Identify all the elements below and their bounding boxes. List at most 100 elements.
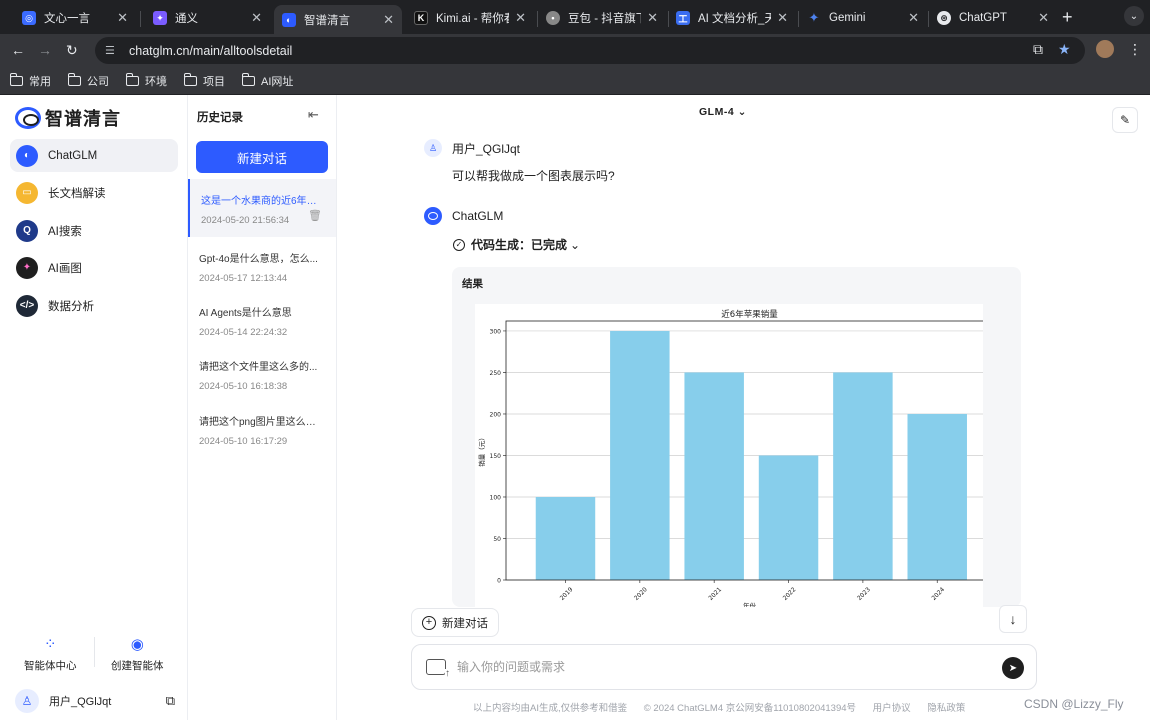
- send-button[interactable]: ➤: [1002, 657, 1024, 679]
- profile-avatar[interactable]: [1096, 40, 1114, 58]
- folder-icon: [68, 72, 81, 86]
- avatar: ♙: [15, 689, 39, 713]
- divider: [94, 637, 95, 667]
- history-item[interactable]: Gpt-4o是什么意思，怎么... 2024-05-17 12:13:44: [188, 237, 336, 295]
- switch-window-icon[interactable]: ⧉: [166, 693, 175, 709]
- collapse-panel-icon[interactable]: ⇤: [308, 107, 319, 123]
- bookmark-star-icon[interactable]: ★: [1058, 41, 1071, 58]
- x-axis-label: 年份: [743, 601, 757, 607]
- sidebar-item-long-doc[interactable]: ▭ 长文档解读: [10, 176, 178, 209]
- doubao-icon: •: [546, 11, 560, 25]
- grid-icon: ⁘: [43, 636, 57, 653]
- gemini-icon: ✦: [808, 10, 820, 25]
- bar: [833, 372, 893, 580]
- y-tick-label: 300: [490, 328, 502, 335]
- browser-tab[interactable]: ✦ Gemini ✕: [799, 5, 927, 31]
- close-icon[interactable]: ✕: [251, 10, 262, 26]
- sidebar: 智谱清言 ◐ ChatGLM ▭ 长文档解读 Q AI搜索 ✦ AI画图 </>…: [0, 95, 188, 720]
- browser-tab[interactable]: K Kimi.ai - 帮你看更 ✕: [406, 5, 534, 31]
- browser-tab[interactable]: ⊛ ChatGPT ✕: [929, 5, 1057, 31]
- history-item[interactable]: AI Agents是什么意思 2024-05-14 22:24:32: [188, 291, 336, 349]
- bookmark-folder[interactable]: 常用: [10, 72, 51, 89]
- history-panel: 历史记录 ⇤ 新建对话 这是一个水果商的近6年的... 2024-05-20 2…: [188, 95, 337, 720]
- trash-icon[interactable]: 🗑: [308, 209, 322, 222]
- footer: 以上内容均由AI生成,仅供参考和借鉴 © 2024 ChatGLM4 京公网安备…: [473, 703, 966, 714]
- chevron-down-icon: ⌄: [737, 106, 747, 118]
- bookmark-folder[interactable]: 公司: [68, 72, 109, 89]
- user-message-header: ♙ 用户_QGlJqt: [424, 139, 520, 157]
- close-icon[interactable]: ✕: [647, 10, 658, 26]
- code-status-toggle[interactable]: ✓ 代码生成：已完成 ⌄: [453, 236, 580, 253]
- bookmark-folder[interactable]: 环境: [126, 72, 167, 89]
- new-edit-button[interactable]: ✎: [1112, 107, 1138, 133]
- chatglm-icon: ◐: [16, 144, 38, 167]
- site-info-icon[interactable]: ☰: [105, 44, 119, 57]
- sidebar-item-data-analysis[interactable]: </> 数据分析: [10, 289, 178, 322]
- sidebar-item-ai-search[interactable]: Q AI搜索: [10, 214, 178, 247]
- y-tick-label: 250: [490, 370, 502, 377]
- close-icon[interactable]: ✕: [117, 10, 128, 26]
- check-circle-icon: ✓: [453, 238, 465, 251]
- url-text: chatglm.cn/main/alltoolsdetail: [129, 43, 293, 58]
- x-tick-label: 2023: [856, 586, 872, 602]
- chat-main: GLM-4 ⌄ ✎ ♙ 用户_QGlJqt 可以帮我做成一个图表展示吗? Cha…: [337, 95, 1150, 720]
- bar-chart: 近6年苹果销量 0 50 100 150 200 250 300 2019 2020 2021 202…: [477, 309, 994, 607]
- y-tick-label: 150: [490, 453, 502, 460]
- chevron-down-icon: ⌄: [570, 237, 581, 252]
- install-app-icon[interactable]: ⧉: [1033, 41, 1043, 58]
- chatglm-avatar-icon: [424, 207, 442, 225]
- model-selector[interactable]: GLM-4 ⌄: [699, 106, 747, 118]
- privacy-link[interactable]: 隐私政策: [927, 703, 965, 714]
- bar: [758, 455, 819, 580]
- bookmark-folder[interactable]: AI网址: [242, 72, 293, 89]
- tab-search-button[interactable]: ⌄: [1124, 6, 1144, 26]
- address-bar[interactable]: ☰ chatglm.cn/main/alltoolsdetail: [95, 37, 1085, 64]
- bookmark-folder[interactable]: 项目: [184, 72, 225, 89]
- close-icon[interactable]: ✕: [1038, 10, 1049, 26]
- close-icon[interactable]: ✕: [908, 10, 919, 26]
- bot-message-header: ChatGLM: [424, 207, 503, 225]
- browser-tab[interactable]: ◎ 文心一言 ✕: [14, 5, 136, 31]
- edit-icon: ✎: [1119, 113, 1131, 127]
- bar: [684, 372, 744, 580]
- code-icon: </>: [16, 294, 38, 317]
- sidebar-item-ai-paint[interactable]: ✦ AI画图: [10, 251, 178, 284]
- sidebar-item-chatglm[interactable]: ◐ ChatGLM: [10, 139, 178, 172]
- search-icon: Q: [16, 219, 38, 242]
- user-profile[interactable]: ♙ 用户_QGlJqt ⧉: [15, 689, 175, 713]
- reload-icon[interactable]: ↻: [66, 42, 78, 59]
- y-tick-label: 50: [493, 536, 501, 543]
- folder-icon: [10, 72, 23, 86]
- menu-icon[interactable]: ⋮: [1128, 41, 1142, 58]
- browser-tab[interactable]: 工 AI 文档分析_天工 ✕: [668, 5, 796, 31]
- watermark: CSDN @Lizzy_Fly: [1024, 697, 1124, 711]
- scroll-to-bottom-button[interactable]: ↓: [999, 605, 1027, 633]
- paint-icon: ✦: [16, 256, 38, 279]
- close-icon[interactable]: ✕: [777, 10, 788, 26]
- browser-tab[interactable]: ✦ 通义 ✕: [145, 5, 270, 31]
- brand-logo[interactable]: 智谱清言: [15, 105, 121, 131]
- close-icon[interactable]: ✕: [515, 10, 526, 26]
- create-agent-icon: ◉: [130, 636, 144, 653]
- create-agent-button[interactable]: ◉ 创建智能体: [111, 635, 164, 673]
- history-item[interactable]: 这是一个水果商的近6年的... 2024-05-20 21:56:34 🗑: [188, 179, 336, 237]
- browser-tab[interactable]: • 豆包 - 抖音旗下 AI ✕: [538, 5, 666, 31]
- browser-tab-bar: ◎ 文心一言 ✕ ✦ 通义 ✕ ◐ 智谱清言 ✕ K Kimi.ai - 帮你看…: [0, 0, 1150, 34]
- browser-tab-active[interactable]: ◐ 智谱清言 ✕: [274, 5, 402, 34]
- user-avatar-icon: ♙: [424, 139, 442, 157]
- chat-input-box: ➤: [411, 644, 1037, 690]
- tab-separator: [140, 11, 141, 27]
- history-item[interactable]: 请把这个png图片里这么多... 2024-05-10 16:17:29: [188, 400, 336, 458]
- new-chat-button[interactable]: 新建对话: [196, 141, 328, 173]
- upload-file-icon[interactable]: [426, 659, 450, 679]
- forward-icon[interactable]: →: [38, 42, 52, 58]
- history-item[interactable]: 请把这个文件里这么多的... 2024-05-10 16:18:38: [188, 345, 336, 403]
- close-icon[interactable]: ✕: [383, 12, 394, 28]
- y-tick-label: 0: [497, 578, 501, 585]
- back-icon[interactable]: ←: [11, 42, 25, 58]
- new-tab-button[interactable]: +: [1062, 7, 1073, 28]
- chat-input[interactable]: [457, 660, 977, 674]
- float-new-chat-button[interactable]: + 新建对话: [411, 608, 499, 637]
- terms-link[interactable]: 用户协议: [873, 703, 911, 714]
- agent-center-button[interactable]: ⁘ 智能体中心: [24, 635, 77, 673]
